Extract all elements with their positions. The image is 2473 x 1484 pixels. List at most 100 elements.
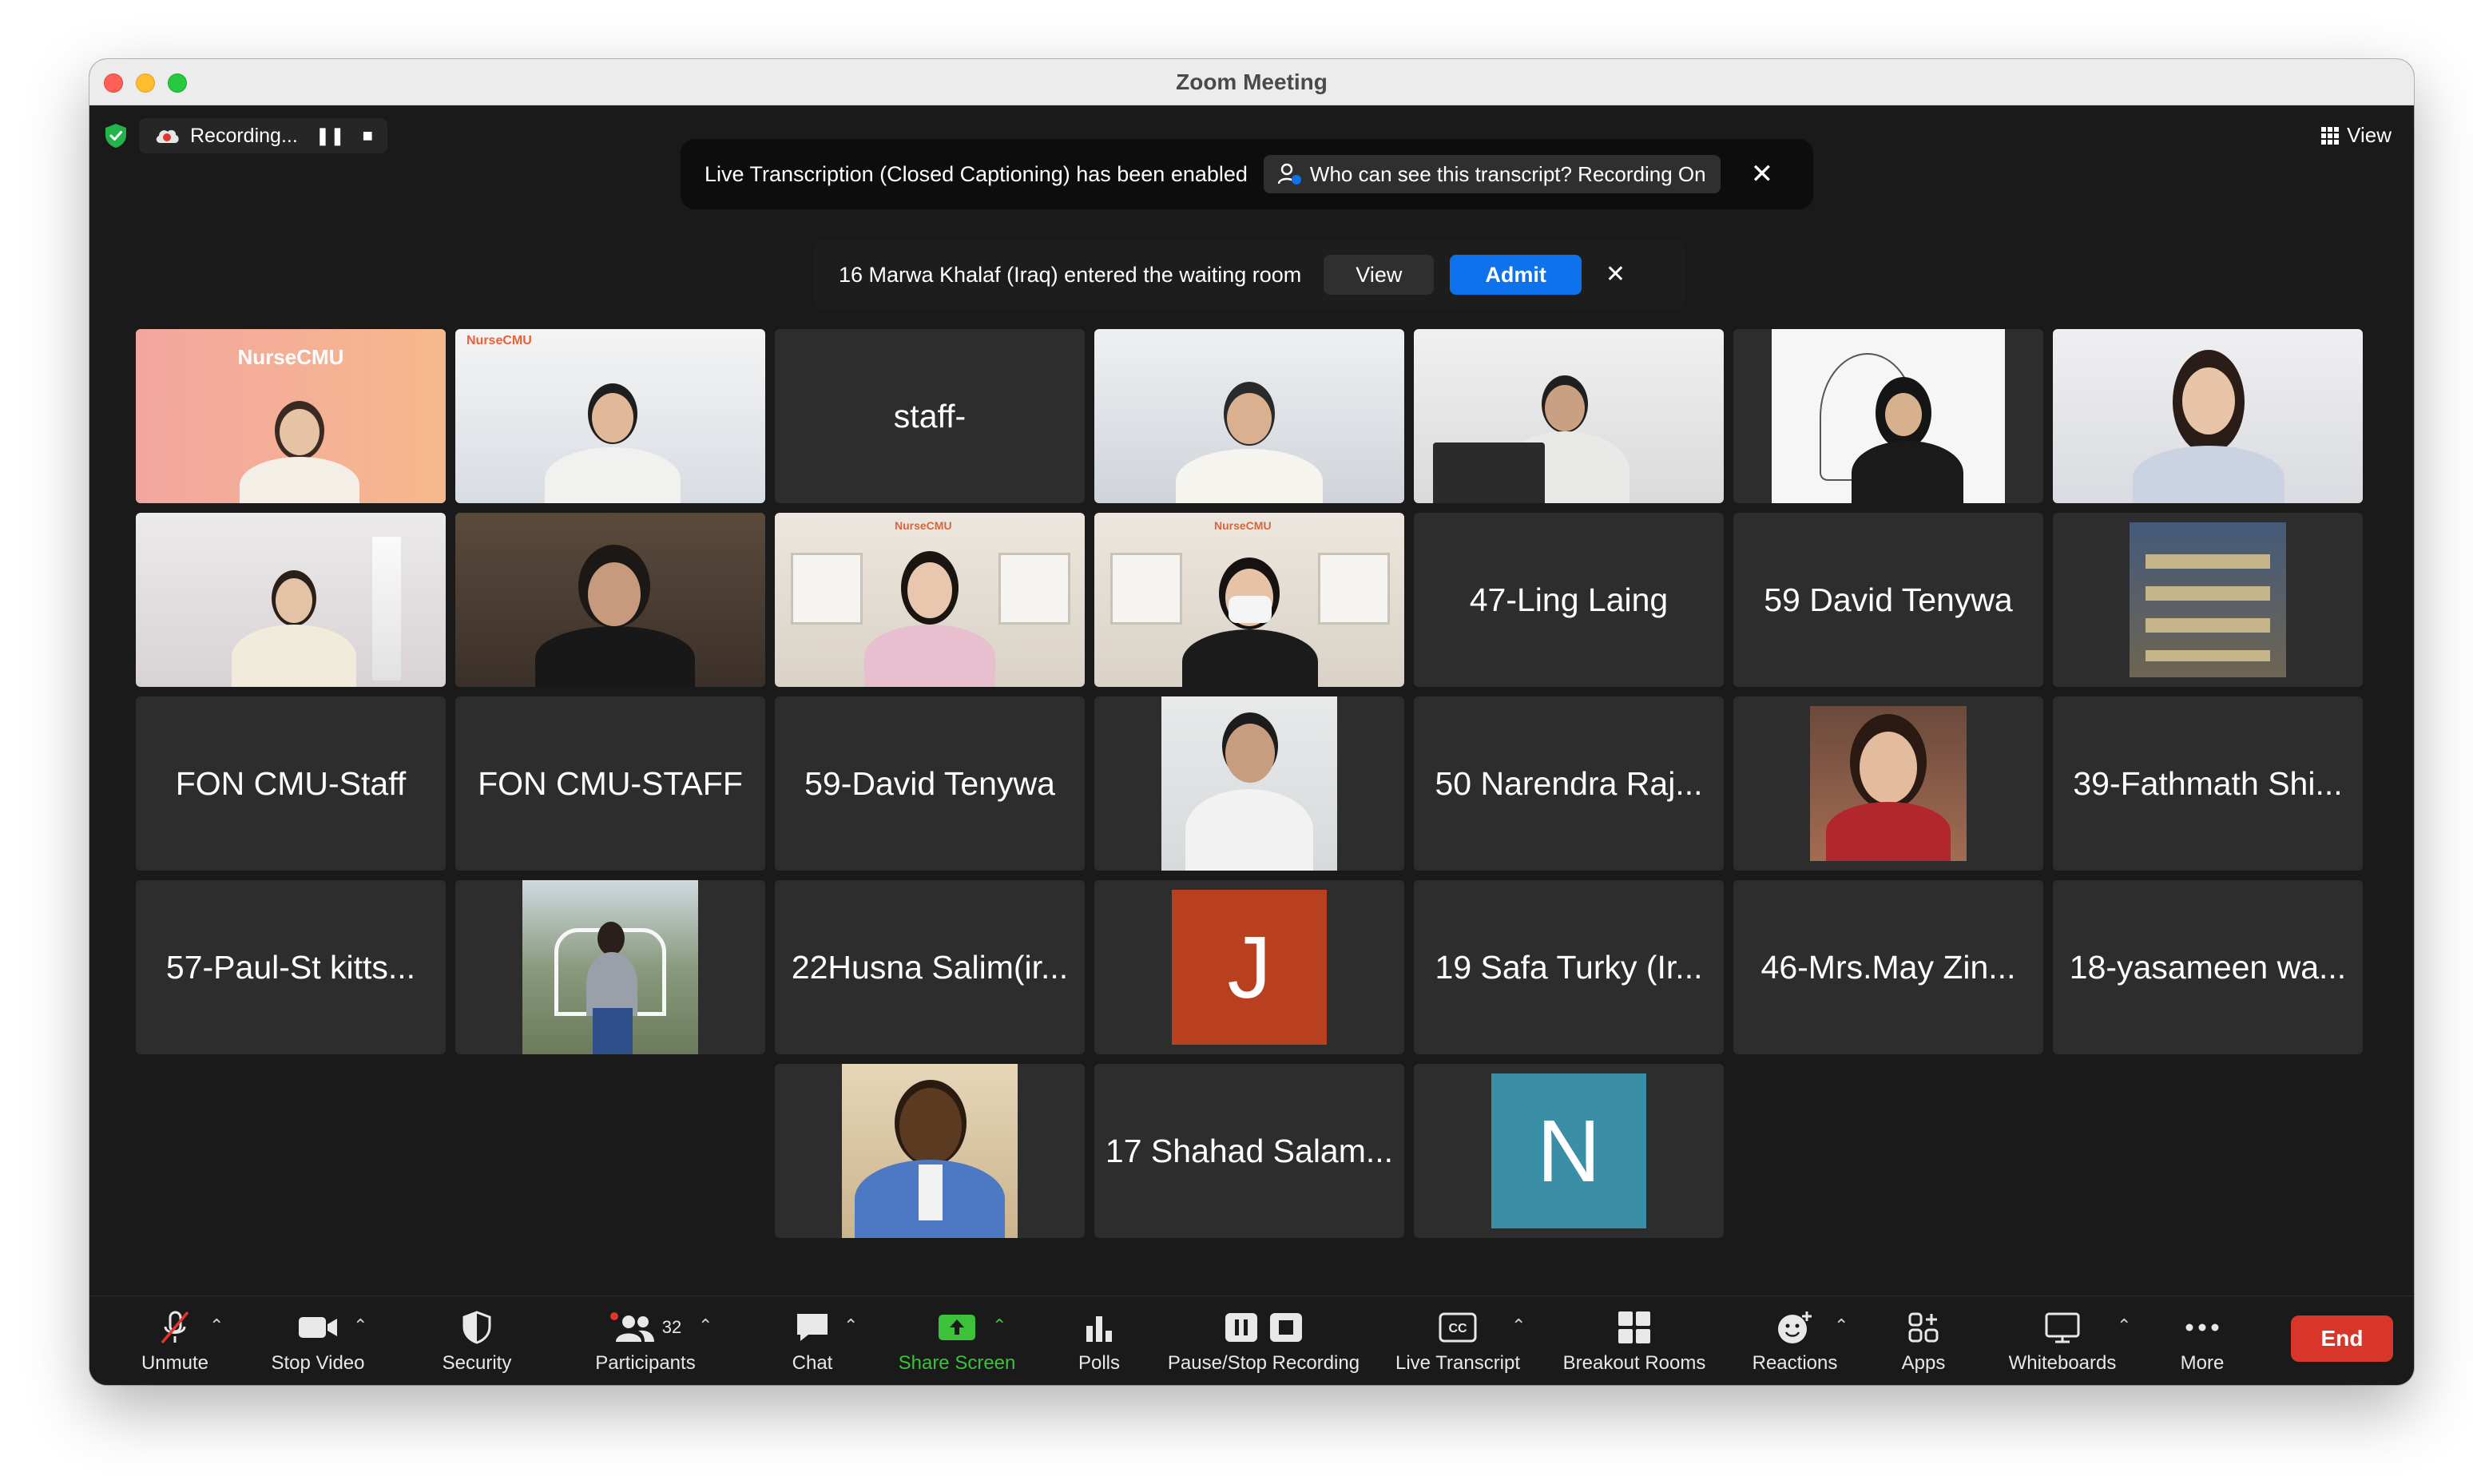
participant-tile[interactable]: 22Husna Salim(ir... bbox=[775, 880, 1085, 1054]
participant-tile[interactable]: NurseCMU bbox=[775, 513, 1085, 687]
participant-tile[interactable] bbox=[455, 880, 765, 1054]
participant-tile[interactable]: FON CMU-Staff bbox=[136, 696, 446, 871]
participant-tile[interactable]: FON CMU-STAFF bbox=[455, 696, 765, 871]
apps-button[interactable]: Apps bbox=[1876, 1296, 1971, 1385]
whiteboards-options-caret-icon[interactable]: ⌃ bbox=[2117, 1315, 2131, 1336]
participant-tile[interactable]: 59 David Tenywa bbox=[1733, 513, 2043, 687]
participant-tile[interactable]: 39-Fathmath Shi... bbox=[2053, 696, 2363, 871]
transcript-visibility-chip[interactable]: Who can see this transcript? Recording O… bbox=[1263, 155, 1721, 193]
encryption-shield-icon[interactable] bbox=[104, 123, 128, 149]
participant-tile[interactable]: N bbox=[1414, 1064, 1724, 1238]
security-shield-icon bbox=[462, 1311, 491, 1344]
participant-tile[interactable] bbox=[2053, 513, 2363, 687]
participant-video: NurseCMU bbox=[1094, 513, 1404, 687]
polls-button[interactable]: Polls bbox=[1051, 1296, 1147, 1385]
topbar-left: Recording... ❚❚ ■ bbox=[104, 118, 387, 153]
pause-recording-icon[interactable]: ❚❚ bbox=[316, 125, 345, 146]
recording-label: Recording... bbox=[190, 124, 298, 147]
participant-video bbox=[1094, 329, 1404, 503]
caption-message: Live Transcription (Closed Captioning) h… bbox=[705, 161, 1248, 186]
participant-tile[interactable]: 18-yasameen wa... bbox=[2053, 880, 2363, 1054]
breakout-rooms-button[interactable]: Breakout Rooms bbox=[1546, 1296, 1722, 1385]
chat-button[interactable]: Chat bbox=[760, 1296, 864, 1385]
breakout-rooms-icon bbox=[1618, 1311, 1650, 1343]
participant-photo bbox=[2130, 522, 2286, 677]
reactions-button[interactable]: Reactions bbox=[1735, 1296, 1855, 1385]
participant-tile[interactable] bbox=[1733, 329, 2043, 503]
participant-tile[interactable] bbox=[1094, 329, 1404, 503]
share-screen-button[interactable]: Share Screen bbox=[888, 1296, 1026, 1385]
view-button[interactable]: View bbox=[2321, 123, 2392, 148]
security-button[interactable]: Security bbox=[417, 1296, 537, 1385]
audio-options-caret-icon[interactable]: ⌃ bbox=[209, 1315, 224, 1336]
meeting-area: Recording... ❚❚ ■ View Live Transcriptio… bbox=[89, 105, 2414, 1296]
end-meeting-button[interactable]: End bbox=[2291, 1315, 2393, 1362]
waiting-room-banner: 16 Marwa Khalaf (Iraq) entered the waiti… bbox=[813, 240, 1685, 310]
participant-tile[interactable]: 59-David Tenywa bbox=[775, 696, 1085, 871]
participant-tile[interactable] bbox=[136, 513, 446, 687]
unmute-label: Unmute bbox=[141, 1352, 209, 1374]
participant-name: 47-Ling Laing bbox=[1469, 581, 1669, 618]
polls-icon bbox=[1086, 1316, 1112, 1342]
participant-tile[interactable]: NurseCMU bbox=[136, 329, 446, 503]
video-camera-icon bbox=[299, 1317, 337, 1338]
participants-options-caret-icon[interactable]: ⌃ bbox=[698, 1315, 713, 1336]
view-label: View bbox=[2347, 123, 2392, 147]
participant-name: FON CMU-STAFF bbox=[478, 764, 743, 802]
close-waiting-banner-icon[interactable]: ✕ bbox=[1606, 263, 1626, 287]
participant-video bbox=[455, 513, 765, 687]
participant-tile[interactable]: NurseCMU bbox=[1094, 513, 1404, 687]
transcript-options-caret-icon[interactable]: ⌃ bbox=[1511, 1315, 1526, 1336]
title-bar: Zoom Meeting bbox=[89, 59, 2414, 105]
unmute-button[interactable]: Unmute bbox=[113, 1296, 236, 1385]
participant-tile[interactable] bbox=[1094, 696, 1404, 871]
stop-recording-icon[interactable]: ■ bbox=[363, 125, 373, 146]
participant-tile[interactable]: 50 Narendra Raj... bbox=[1414, 696, 1724, 871]
participant-tile[interactable] bbox=[775, 1064, 1085, 1238]
meeting-toolbar: Unmute ⌃ Stop Video ⌃ Security 32 Partic… bbox=[89, 1296, 2414, 1385]
live-transcript-button[interactable]: CC Live Transcript bbox=[1387, 1296, 1529, 1385]
participant-name: 22Husna Salim(ir... bbox=[791, 948, 1069, 986]
whiteboards-label: Whiteboards bbox=[2008, 1352, 2117, 1374]
participants-count: 32 bbox=[661, 1317, 682, 1337]
whiteboard-icon bbox=[2045, 1312, 2080, 1343]
participant-tile[interactable] bbox=[2053, 329, 2363, 503]
participant-tile[interactable]: NurseCMU bbox=[455, 329, 765, 503]
participant-tile[interactable] bbox=[1414, 329, 1724, 503]
participant-video bbox=[136, 513, 446, 687]
chat-options-caret-icon[interactable]: ⌃ bbox=[844, 1315, 858, 1336]
admit-button[interactable]: Admit bbox=[1450, 255, 1582, 295]
video-options-caret-icon[interactable]: ⌃ bbox=[353, 1315, 367, 1336]
participant-name: FON CMU-Staff bbox=[175, 764, 407, 802]
participant-tile[interactable]: J bbox=[1094, 880, 1404, 1054]
more-label: More bbox=[2180, 1352, 2225, 1374]
whiteboards-button[interactable]: Whiteboards bbox=[1983, 1296, 2142, 1385]
participant-video bbox=[2053, 329, 2363, 503]
participant-name: 59 David Tenywa bbox=[1764, 581, 2013, 618]
participant-tile[interactable]: 47-Ling Laing bbox=[1414, 513, 1724, 687]
participant-tile[interactable]: staff- bbox=[775, 329, 1085, 503]
participant-video: NurseCMU bbox=[136, 329, 446, 503]
reactions-options-caret-icon[interactable]: ⌃ bbox=[1834, 1315, 1848, 1336]
pause-stop-recording-button[interactable]: Pause/Stop Recording bbox=[1155, 1296, 1372, 1385]
participant-name: 57-Paul-St kitts... bbox=[165, 948, 416, 986]
participant-tile[interactable] bbox=[1733, 696, 2043, 871]
more-button[interactable]: More bbox=[2158, 1296, 2246, 1385]
participant-tile[interactable]: 19 Safa Turky (Ir... bbox=[1414, 880, 1724, 1054]
participant-tile[interactable]: 57-Paul-St kitts... bbox=[136, 880, 446, 1054]
muted-microphone-icon bbox=[161, 1311, 189, 1344]
participant-tile[interactable]: 17 Shahad Salam... bbox=[1094, 1064, 1404, 1238]
live-transcription-banner: Live Transcription (Closed Captioning) h… bbox=[681, 139, 1813, 209]
participant-tile[interactable]: 46-Mrs.May Zin... bbox=[1733, 880, 2043, 1054]
close-caption-banner-icon[interactable]: ✕ bbox=[1751, 161, 1774, 188]
participant-avatar: J bbox=[1172, 890, 1327, 1045]
nursecmu-logo-text: NurseCMU bbox=[466, 334, 532, 347]
participant-name: 39-Fathmath Shi... bbox=[2073, 764, 2343, 802]
share-options-caret-icon[interactable]: ⌃ bbox=[992, 1315, 1006, 1336]
participant-tile[interactable] bbox=[455, 513, 765, 687]
stop-video-button[interactable]: Stop Video bbox=[246, 1296, 390, 1385]
waiting-room-view-button[interactable]: View bbox=[1324, 255, 1435, 295]
grid-view-icon bbox=[2321, 126, 2340, 145]
participant-photo bbox=[1161, 696, 1337, 871]
participants-button[interactable]: 32 Participants bbox=[566, 1296, 725, 1385]
